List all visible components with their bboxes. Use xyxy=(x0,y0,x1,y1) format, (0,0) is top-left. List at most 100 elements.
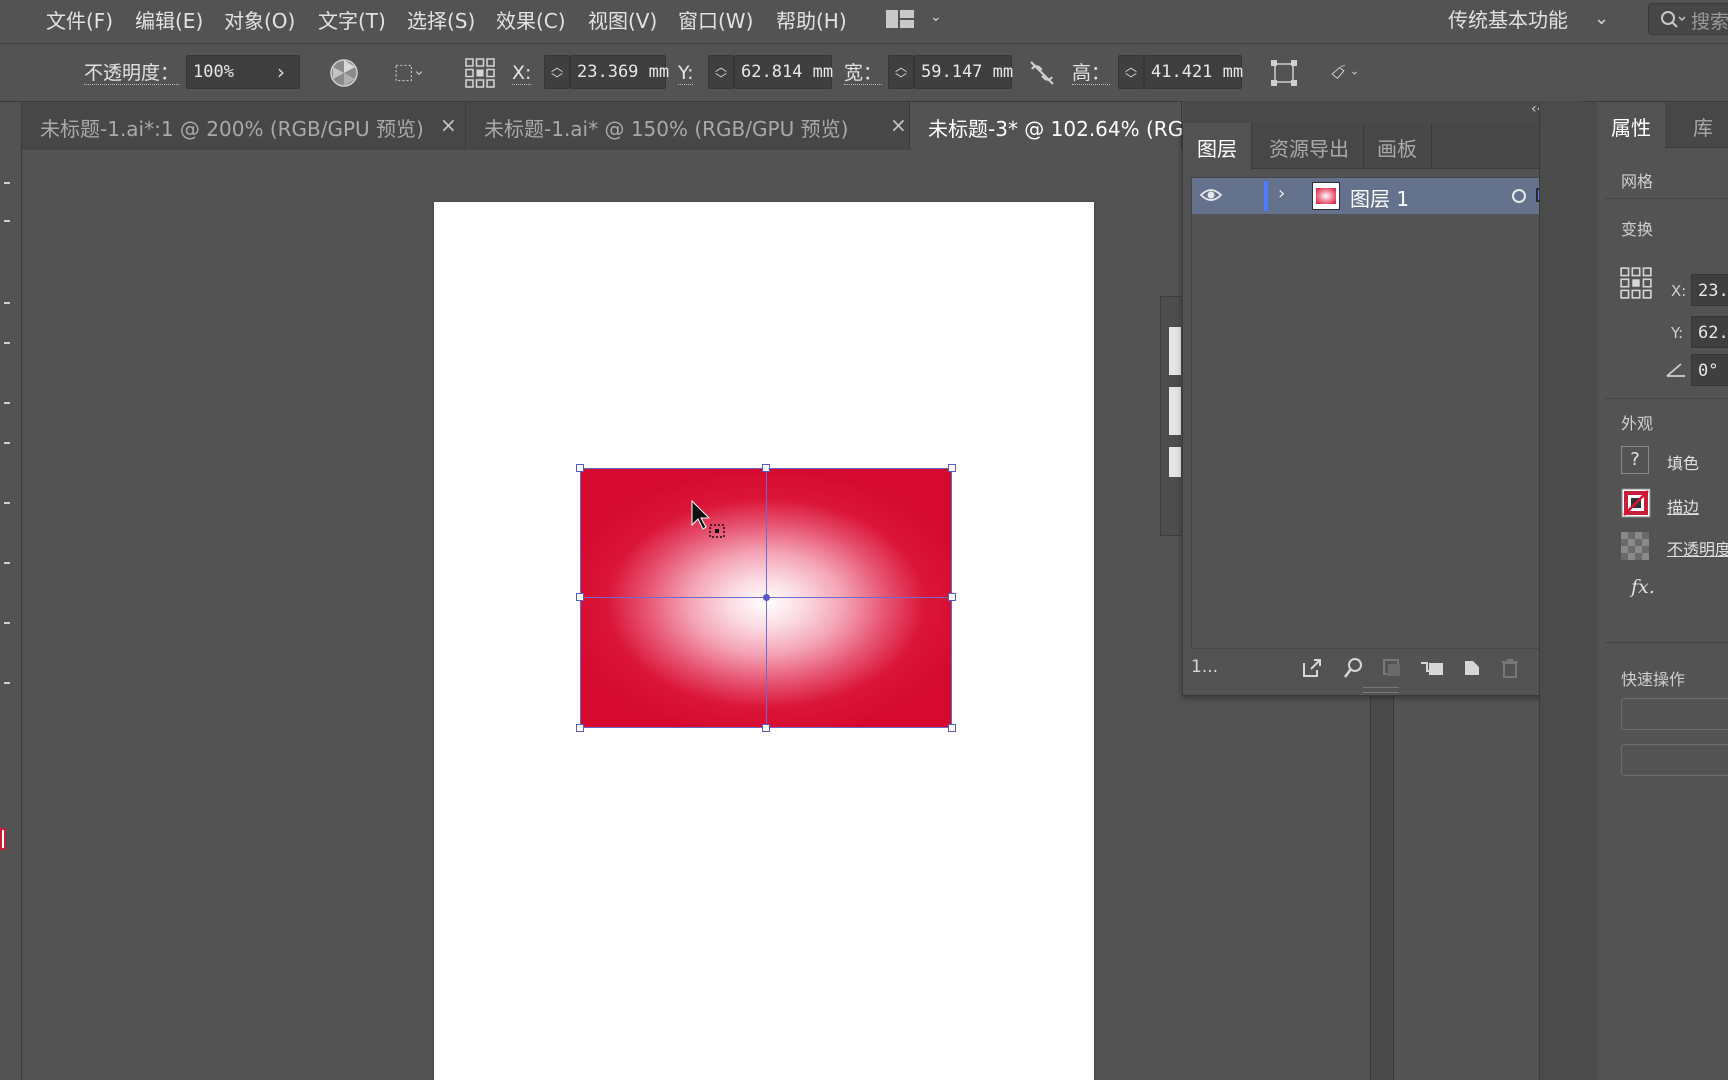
chevron-right-icon[interactable]: › xyxy=(277,60,285,84)
arrange-documents-button[interactable]: ⌄ xyxy=(886,8,946,32)
height-field[interactable]: 41.421 mm xyxy=(1144,55,1244,89)
tab-properties[interactable]: 属性 xyxy=(1597,102,1665,148)
resize-handle[interactable] xyxy=(948,464,956,472)
stroke-swatch[interactable] xyxy=(1621,488,1651,518)
document-tabs: 未标题-1.ai*:1 @ 200% (RGB/GPU 预览) × 未标题-1.… xyxy=(22,102,1204,150)
recolor-artwork-icon[interactable] xyxy=(328,57,360,89)
search-placeholder: 搜索 xyxy=(1691,11,1728,33)
export-icon[interactable] xyxy=(1299,655,1325,681)
tab-label: 未标题-3* @ 102.64% (RGB/ xyxy=(928,117,1204,141)
tools-panel[interactable] xyxy=(0,102,22,1080)
locate-object-icon[interactable] xyxy=(1341,655,1367,681)
tab-layers[interactable]: 图层 xyxy=(1183,123,1252,170)
align-selection-icon[interactable] xyxy=(394,57,426,89)
menu-view[interactable]: 视图(V) xyxy=(588,5,657,34)
y-stepper[interactable]: ︿ ﹀ xyxy=(708,55,734,89)
workspace-switcher[interactable]: 传统基本功能 xyxy=(1448,4,1568,33)
reference-point-icon[interactable] xyxy=(464,57,496,89)
resize-handle[interactable] xyxy=(576,593,584,601)
resize-handle[interactable] xyxy=(762,724,770,732)
menu-object[interactable]: 对象(O) xyxy=(224,5,295,34)
layer-name[interactable]: 图层 1 xyxy=(1350,183,1409,212)
target-circle-icon[interactable] xyxy=(1512,189,1526,203)
y-value: 62.814 mm xyxy=(741,62,834,82)
y-field[interactable]: 62.814 mm xyxy=(734,55,834,89)
opacity-value: 100% xyxy=(193,62,234,82)
resize-grip[interactable] xyxy=(1363,687,1399,693)
stroke-label[interactable]: 描边 xyxy=(1667,494,1699,518)
tab-asset-export[interactable]: 资源导出 xyxy=(1255,123,1364,169)
tab-untitled-1-200[interactable]: 未标题-1.ai*:1 @ 200% (RGB/GPU 预览) × xyxy=(22,102,466,150)
menu-effect[interactable]: 效果(C) xyxy=(496,5,566,34)
height-label: 高： xyxy=(1072,62,1111,85)
layers-panel-titlebar[interactable]: ‹‹ × xyxy=(1183,101,1583,123)
divider xyxy=(1605,198,1728,199)
angle-field[interactable]: 0° xyxy=(1691,354,1728,386)
expand-arrow-icon[interactable]: › xyxy=(1278,183,1285,204)
properties-panel-tabs: 属性 库 xyxy=(1597,102,1728,148)
x-field[interactable]: 23.369 mm xyxy=(570,55,669,89)
fill-swatch[interactable] xyxy=(0,828,6,850)
new-layer-icon[interactable] xyxy=(1459,655,1485,681)
height-value: 41.421 mm xyxy=(1151,62,1244,82)
menu-window[interactable]: 窗口(W) xyxy=(678,5,753,34)
opacity-field[interactable]: 100% › xyxy=(186,55,300,89)
opacity-label[interactable]: 不透明度： xyxy=(84,62,180,85)
tab-untitled-1-150[interactable]: 未标题-1.ai* @ 150% (RGB/GPU 预览) × xyxy=(466,102,910,150)
new-sublayer-icon[interactable] xyxy=(1419,655,1445,681)
selection-cursor-icon xyxy=(691,499,725,538)
x-label: X: xyxy=(512,62,532,85)
resize-handle[interactable] xyxy=(948,724,956,732)
tab-untitled-3[interactable]: 未标题-3* @ 102.64% (RGB/ xyxy=(910,102,1204,150)
layer-row[interactable]: › 图层 1 xyxy=(1192,178,1572,214)
menu-type[interactable]: 文字(T) xyxy=(318,5,386,34)
menu-select[interactable]: 选择(S) xyxy=(407,5,475,34)
tab-label: 未标题-1.ai* @ 150% (RGB/GPU 预览) xyxy=(484,117,849,141)
puppet-warp-icon[interactable] xyxy=(1330,57,1362,89)
tab-artboards[interactable]: 画板 xyxy=(1363,123,1432,169)
width-stepper[interactable]: ︿ ﹀ xyxy=(888,55,914,89)
reference-point-icon[interactable] xyxy=(1619,266,1653,300)
y-field[interactable]: 62. xyxy=(1691,316,1728,348)
layer-list: › 图层 1 xyxy=(1191,177,1573,649)
menu-help[interactable]: 帮助(H) xyxy=(776,5,847,34)
resize-handle[interactable] xyxy=(762,464,770,472)
angle-value: 0° xyxy=(1698,361,1719,381)
layer-thumbnail xyxy=(1312,182,1340,210)
close-icon[interactable]: × xyxy=(890,113,907,137)
width-label: 宽： xyxy=(844,62,883,85)
search-input[interactable]: 搜索 xyxy=(1648,3,1728,35)
fx-icon[interactable]: fx. xyxy=(1631,576,1655,598)
menu-file[interactable]: 文件(F) xyxy=(46,5,113,34)
constrain-proportions-icon[interactable] xyxy=(1026,57,1058,89)
fill-label: 填色 xyxy=(1667,454,1700,473)
height-stepper[interactable]: ︿ ﹀ xyxy=(1118,55,1144,89)
menu-edit[interactable]: 编辑(E) xyxy=(135,5,203,34)
width-field[interactable]: 59.147 mm xyxy=(914,55,1013,89)
section-quick-actions: 快速操作 xyxy=(1621,670,1686,689)
resize-handle[interactable] xyxy=(576,724,584,732)
opacity-checker-icon[interactable] xyxy=(1621,532,1649,560)
center-point[interactable] xyxy=(763,594,770,601)
x-stepper[interactable]: ︿ ﹀ xyxy=(544,55,570,89)
divider xyxy=(1605,398,1728,399)
opacity-label[interactable]: 不透明度 xyxy=(1667,536,1728,560)
tab-libraries[interactable]: 库 xyxy=(1679,102,1727,148)
resize-handle[interactable] xyxy=(576,464,584,472)
quick-action-button[interactable] xyxy=(1621,698,1728,730)
layers-panel-footer: 1... xyxy=(1183,649,1581,687)
tab-label: 未标题-1.ai*:1 @ 200% (RGB/GPU 预览) xyxy=(40,117,424,141)
layer-count: 1... xyxy=(1191,657,1219,677)
x-field[interactable]: 23. xyxy=(1691,274,1728,306)
search-icon xyxy=(1661,11,1685,28)
x-label: X: xyxy=(1671,282,1687,300)
transform-icon[interactable] xyxy=(1268,57,1300,89)
layer-color-indicator xyxy=(1264,181,1268,211)
eye-icon[interactable] xyxy=(1199,187,1223,208)
close-icon[interactable]: × xyxy=(440,113,457,137)
properties-panel: 属性 库 网格 变换 X: 23. Y: 62. 0° 外观 ? 填色 描边 不… xyxy=(1539,102,1728,1080)
resize-handle[interactable] xyxy=(948,593,956,601)
workspace-chevron-icon[interactable]: ⌄ xyxy=(1594,8,1609,29)
quick-action-button[interactable] xyxy=(1621,744,1728,776)
fill-swatch[interactable]: ? xyxy=(1621,446,1649,474)
